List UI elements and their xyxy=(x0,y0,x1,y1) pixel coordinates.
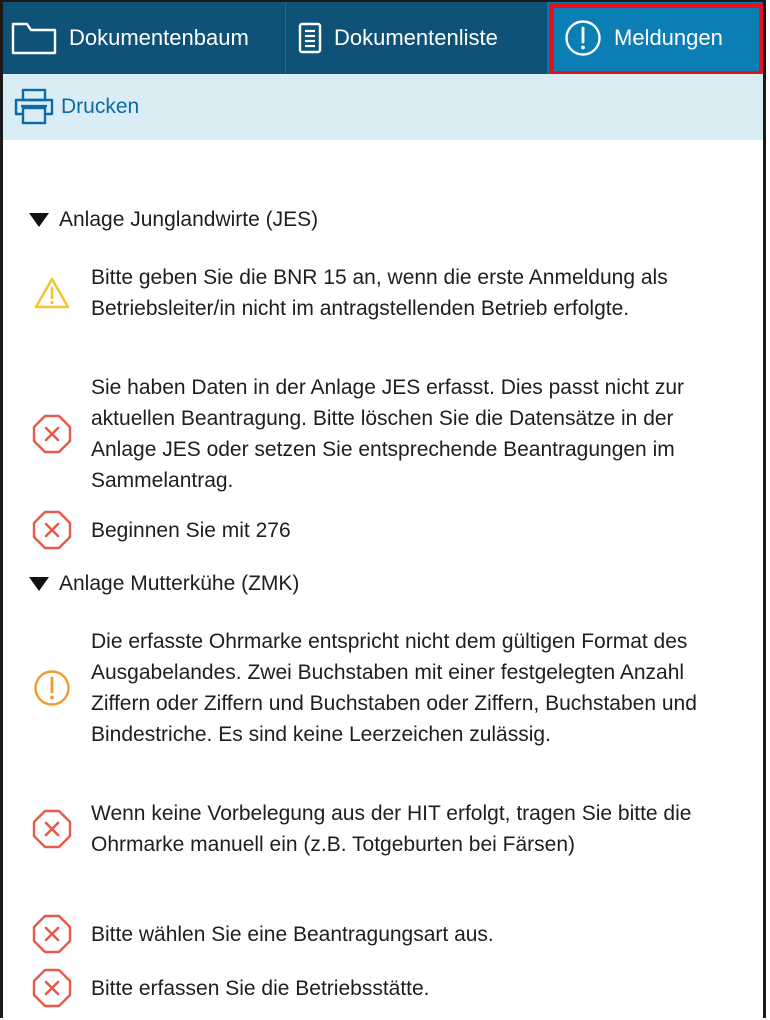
printer-icon xyxy=(13,88,55,126)
expand-triangle-icon xyxy=(29,577,49,591)
section-header-jes[interactable]: Anlage Junglandwirte (JES) xyxy=(29,208,318,232)
tab-document-tree-label: Dokumentenbaum xyxy=(69,25,249,50)
message-item: Sie haben Daten in der Anlage JES erfass… xyxy=(31,372,741,496)
error-octagon-icon xyxy=(31,414,73,454)
expand-triangle-icon xyxy=(29,213,49,227)
section-title: Anlage Mutterkühe (ZMK) xyxy=(59,572,300,595)
message-text: Wenn keine Vorbelegung aus der HIT erfol… xyxy=(91,802,692,856)
section-header-zmk[interactable]: Anlage Mutterkühe (ZMK) xyxy=(29,572,299,596)
tab-document-tree[interactable]: Dokumentenbaum xyxy=(3,2,286,74)
message-text: Bitte wählen Sie eine Beantragungsart au… xyxy=(91,922,494,946)
tab-messages[interactable]: Meldungen xyxy=(548,2,763,76)
message-item: Bitte erfassen Sie die Betriebsstätte. xyxy=(31,968,741,1008)
message-item: Bitte geben Sie die BNR 15 an, wenn die … xyxy=(31,262,741,324)
print-button-label: Drucken xyxy=(61,95,140,118)
message-item: Bitte wählen Sie eine Beantragungsart au… xyxy=(31,914,741,954)
messages-panel: Dokumentenbaum Dokumentenliste Meldungen… xyxy=(0,0,766,1018)
message-item: Wenn keine Vorbelegung aus der HIT erfol… xyxy=(31,798,741,860)
message-item: Beginnen Sie mit 276 xyxy=(31,510,741,550)
folder-icon xyxy=(11,21,57,55)
warning-triangle-icon xyxy=(31,277,73,309)
exclamation-circle-icon xyxy=(564,19,602,57)
message-item: Die erfasste Ohrmarke entspricht nicht d… xyxy=(31,626,741,750)
document-list-icon xyxy=(298,22,322,54)
section-title: Anlage Junglandwirte (JES) xyxy=(59,208,319,231)
exclamation-circle-icon xyxy=(31,669,73,707)
tab-document-list[interactable]: Dokumentenliste xyxy=(286,2,548,74)
message-text: Bitte geben Sie die BNR 15 an, wenn die … xyxy=(91,266,668,320)
tab-messages-label: Meldungen xyxy=(614,25,723,50)
error-octagon-icon xyxy=(31,914,73,954)
tab-document-list-label: Dokumentenliste xyxy=(334,25,498,50)
message-text: Bitte erfassen Sie die Betriebsstätte. xyxy=(91,976,430,1000)
message-text: Sie haben Daten in der Anlage JES erfass… xyxy=(91,376,684,492)
toolbar: Drucken xyxy=(3,74,763,140)
message-text: Beginnen Sie mit 276 xyxy=(91,518,291,542)
error-octagon-icon xyxy=(31,809,73,849)
error-octagon-icon xyxy=(31,968,73,1008)
tab-bar: Dokumentenbaum Dokumentenliste Meldungen xyxy=(3,2,763,76)
print-button[interactable]: Drucken xyxy=(13,88,139,126)
message-text: Die erfasste Ohrmarke entspricht nicht d… xyxy=(91,630,697,746)
error-octagon-icon xyxy=(31,510,73,550)
